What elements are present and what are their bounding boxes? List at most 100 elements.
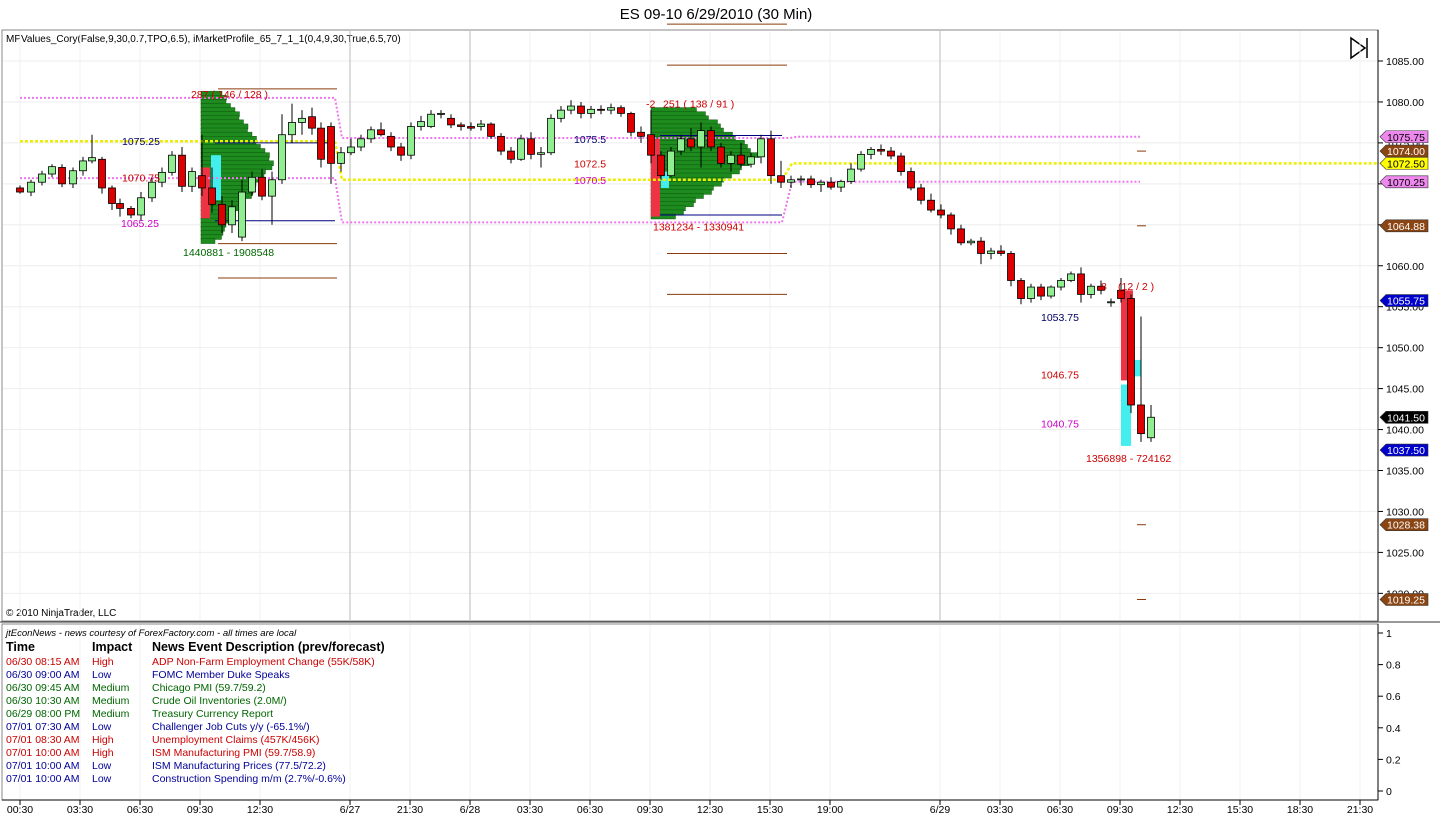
candle-body — [607, 107, 615, 111]
time-tick-label: 06:30 — [1047, 804, 1073, 816]
time-tick-label: 12:30 — [697, 804, 723, 816]
candle-body — [1067, 273, 1075, 281]
price-tick-label: 1025.00 — [1386, 547, 1424, 559]
candle-body — [657, 154, 665, 177]
price-axis: 1085.001080.001075.001070.001065.001060.… — [1377, 30, 1424, 621]
candle-body — [467, 126, 475, 129]
candle-body — [1057, 280, 1065, 288]
candle-body — [537, 152, 545, 155]
candle-body — [327, 126, 335, 164]
candle-body — [228, 206, 236, 226]
candle-body — [268, 179, 276, 197]
candle-body — [877, 149, 885, 152]
price-tick-label: 1035.00 — [1386, 466, 1424, 478]
candle-body — [717, 146, 725, 164]
candle-body — [907, 171, 915, 189]
candle-body — [957, 228, 965, 244]
news-row-time: 07/01 10:00 AM — [6, 747, 80, 759]
candle-body — [697, 130, 705, 148]
news-row-impact: Low — [92, 721, 112, 733]
candle-body — [367, 129, 375, 140]
chart-annotation: 1070.5 — [574, 175, 606, 187]
candle-body — [447, 117, 455, 126]
candle-body — [437, 113, 445, 115]
time-axis: 00:30 03:30 06:30 09:30 12:30 6/27 21:30 6/28 03… — [2, 799, 1378, 816]
chart-annotation: 1065.25 — [121, 218, 159, 230]
candle-body — [98, 158, 106, 189]
news-row-desc: FOMC Member Duke Speaks — [152, 669, 290, 681]
news-row-time: 07/01 10:00 AM — [6, 773, 80, 785]
news-row-desc: ISM Manufacturing Prices (77.5/72.2) — [152, 760, 326, 772]
candle-body — [767, 138, 775, 177]
chart-annotation: 251 ( 138 / 91 ) — [663, 99, 734, 111]
candle-body — [677, 138, 685, 152]
candle-body — [1037, 286, 1045, 297]
candle-body — [557, 109, 565, 119]
time-tick-label: 21:30 — [1347, 804, 1373, 816]
candle-body — [337, 152, 345, 164]
candle-body — [168, 154, 176, 173]
candle-body — [617, 107, 625, 114]
candle-body — [347, 146, 355, 154]
price-tick-label: 1040.00 — [1386, 425, 1424, 437]
price-marker-label: 1070.25 — [1387, 177, 1425, 189]
news-header-impact: Impact — [92, 640, 133, 654]
candle-body — [188, 171, 196, 187]
time-tick-label: 09:30 — [187, 804, 213, 816]
price-tick-label: 1060.00 — [1386, 261, 1424, 273]
news-row-time: 06/29 08:00 PM — [6, 708, 80, 720]
time-tick-label: 15:30 — [1227, 804, 1253, 816]
news-row-time: 06/30 09:45 AM — [6, 682, 80, 694]
news-row-impact: Low — [92, 760, 112, 772]
chart-annotation: 1053.75 — [1041, 312, 1079, 324]
candle-body — [417, 121, 425, 127]
news-row-time: 07/01 08:30 AM — [6, 734, 80, 746]
price-tick-label: 1045.00 — [1386, 384, 1424, 396]
candle-body — [218, 203, 226, 226]
candle-body — [427, 113, 435, 127]
price-tick-label: 1085.00 — [1386, 56, 1424, 68]
candle-body — [178, 154, 186, 187]
candle-body — [278, 134, 286, 181]
copyright-label: © 2010 NinjaTrader, LLC — [6, 608, 116, 619]
candle-body — [737, 154, 745, 165]
news-row-desc: Construction Spending m/m (2.7%/-0.6%) — [152, 773, 346, 785]
news-row-desc: Treasury Currency Report — [152, 708, 273, 720]
time-tick-label: 09:30 — [637, 804, 663, 816]
indicator-tick-label: 0.6 — [1386, 691, 1401, 703]
candle-body — [487, 123, 495, 137]
time-tick-label: 6/27 — [340, 804, 361, 816]
candle-body — [1007, 253, 1015, 281]
chart-annotation: 1075.25 — [122, 136, 160, 148]
news-header-desc: News Event Description (prev/forecast) — [152, 640, 385, 654]
candle-body — [687, 138, 695, 148]
candle-body — [987, 250, 995, 254]
news-row-impact: High — [92, 734, 114, 746]
candle-body — [1017, 280, 1025, 299]
candle-body — [947, 214, 955, 230]
candle-body — [777, 175, 785, 183]
candle-body — [317, 127, 325, 160]
time-tick-label: 03:30 — [67, 804, 93, 816]
candle-body — [567, 105, 575, 111]
candle-body — [967, 240, 975, 244]
chart-annotation: 1356898 - 724162 — [1086, 453, 1171, 465]
news-row-desc: Crude Oil Inventories (2.0M/) — [152, 695, 287, 707]
price-marker-label: 1074.00 — [1387, 146, 1425, 158]
candle-body — [198, 175, 206, 189]
candle-body — [647, 134, 655, 156]
candle-body — [827, 181, 835, 188]
candle-body — [288, 122, 296, 136]
news-row-time: 07/01 07:30 AM — [6, 721, 80, 733]
candle-body — [357, 138, 365, 148]
news-row-impact: Low — [92, 669, 112, 681]
time-tick-label: 09:30 — [1107, 804, 1133, 816]
indicator-tick-label: 0 — [1386, 786, 1392, 798]
candle-body — [137, 197, 145, 216]
time-tick-label: 21:30 — [397, 804, 423, 816]
time-tick-label: 00:30 — [7, 804, 33, 816]
candle-body — [1127, 298, 1135, 406]
candle-body — [1077, 273, 1085, 295]
news-row-desc: Unemployment Claims (457K/456K) — [152, 734, 320, 746]
candle-body — [127, 208, 135, 216]
